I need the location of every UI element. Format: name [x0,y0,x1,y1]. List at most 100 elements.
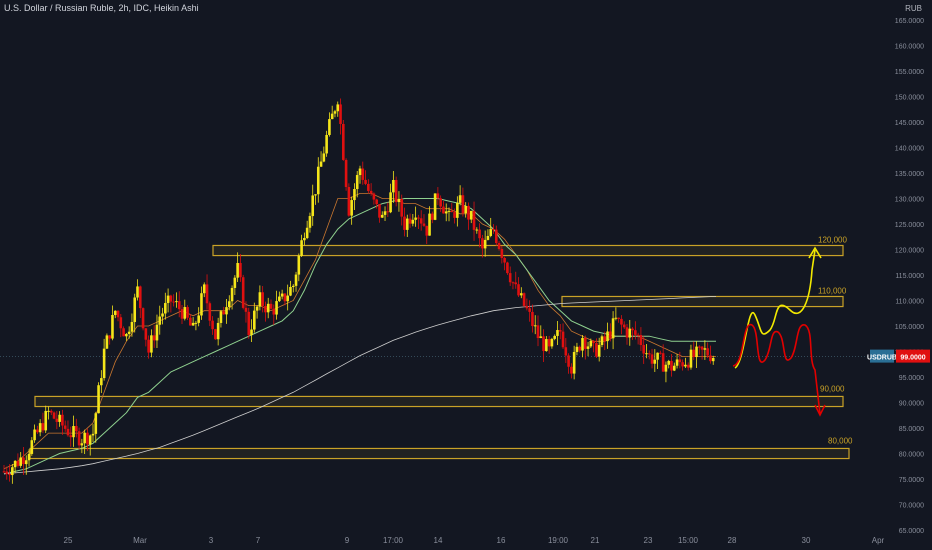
x-tick-label: 14 [434,536,443,545]
x-tick-label: 19:00 [548,536,569,545]
candle-body [216,322,220,340]
candle-body [19,457,22,466]
candle-body [80,443,84,446]
candle-body [581,338,584,351]
candle-body [311,195,315,217]
candle-body [175,301,178,303]
candle-body [186,307,189,318]
candle-body [108,335,111,339]
candle-body [255,306,259,311]
candle-body [91,433,95,436]
y-tick-label: 130.0000 [895,197,924,204]
candle-body [350,200,353,216]
candle-body [52,412,56,419]
candle-body [678,359,682,363]
candle-body [653,359,657,364]
candle-body [319,161,323,167]
candle-body [550,338,554,347]
zone-label: 120,000 [818,235,847,244]
candle-body [444,211,448,214]
candle-body [183,307,187,319]
candle-body [670,360,673,371]
candle-body [375,199,378,205]
candle-body [202,284,206,294]
candle-body [589,340,593,347]
candle-body [659,352,662,354]
candle-body [442,206,445,214]
candle-body [606,331,609,342]
candle-body [86,432,89,445]
candle-body [16,460,20,466]
candle-body [264,305,267,313]
candle-body [116,310,120,318]
y-tick-label: 135.0000 [895,171,924,178]
candle-body [647,353,651,355]
price-chart[interactable]: 120,000 110,000 90,000 80,000 165.0000 160.0… [0,0,932,550]
candle-body [325,134,328,154]
candle-body [383,211,387,215]
y-tick-label: 75.0000 [899,477,924,484]
candle-body [77,431,81,446]
candle-body [542,336,545,352]
candle-body [258,292,262,307]
candle-body [592,340,595,344]
y-tick-label: 140.0000 [895,146,924,153]
y-tick-label: 155.0000 [895,69,924,76]
candle-body [316,166,320,195]
candle-body [169,295,173,302]
candle-body [486,235,490,240]
candle-body [164,303,167,314]
candle-body [503,257,506,263]
candle-body [66,428,70,436]
candle-body [233,277,237,288]
ma_slow-line [3,296,717,475]
candle-body [405,218,409,230]
candle-body [27,453,31,461]
candle-body [322,153,326,162]
y-tick-label: 95.0000 [899,375,924,382]
candle-body [450,210,454,213]
candle-body [75,426,78,432]
candle-body [283,293,287,302]
zone-label: 90,000 [820,384,845,393]
candle-body [467,205,470,220]
candle-body [275,301,278,315]
candle-body [636,334,640,336]
candle-body [189,317,192,326]
candle-body [483,239,487,249]
candle-body [517,284,520,296]
candle-body [631,328,634,331]
candle-body [520,293,523,296]
candle-body [41,423,45,431]
candle-body [227,301,231,308]
candle-body [127,331,131,334]
candle-body [642,345,645,354]
candle-body [353,189,356,201]
candle-body [191,322,195,326]
candle-body [266,303,270,313]
candle-body [539,336,543,339]
candle-body [308,216,312,228]
y-tick-label: 165.0000 [895,18,924,25]
candle-body [461,195,465,214]
candle-body [205,284,209,304]
candle-body [5,471,9,475]
candle-body [600,336,604,345]
candle-body [609,331,612,339]
candle-body [161,313,164,317]
candle-body [125,333,128,337]
candle-body [408,218,412,224]
candle-body [698,346,701,348]
candle-body [361,168,365,180]
x-tick-label: 30 [802,536,811,545]
y-axis: 165.0000 160.0000 155.0000 150.0000 145.0000… [867,18,930,535]
candle-body [30,440,34,454]
candle-body [147,339,150,353]
candle-body [458,195,462,203]
candle-body [13,460,17,468]
candle-body [172,301,175,303]
candle-body [244,307,248,312]
candle-body [394,179,398,203]
candle-body [695,346,698,358]
x-axis: 25 Mar 3 7 9 17:00 14 16 19:00 21 23 15:00 28 30 Apr [64,536,885,545]
